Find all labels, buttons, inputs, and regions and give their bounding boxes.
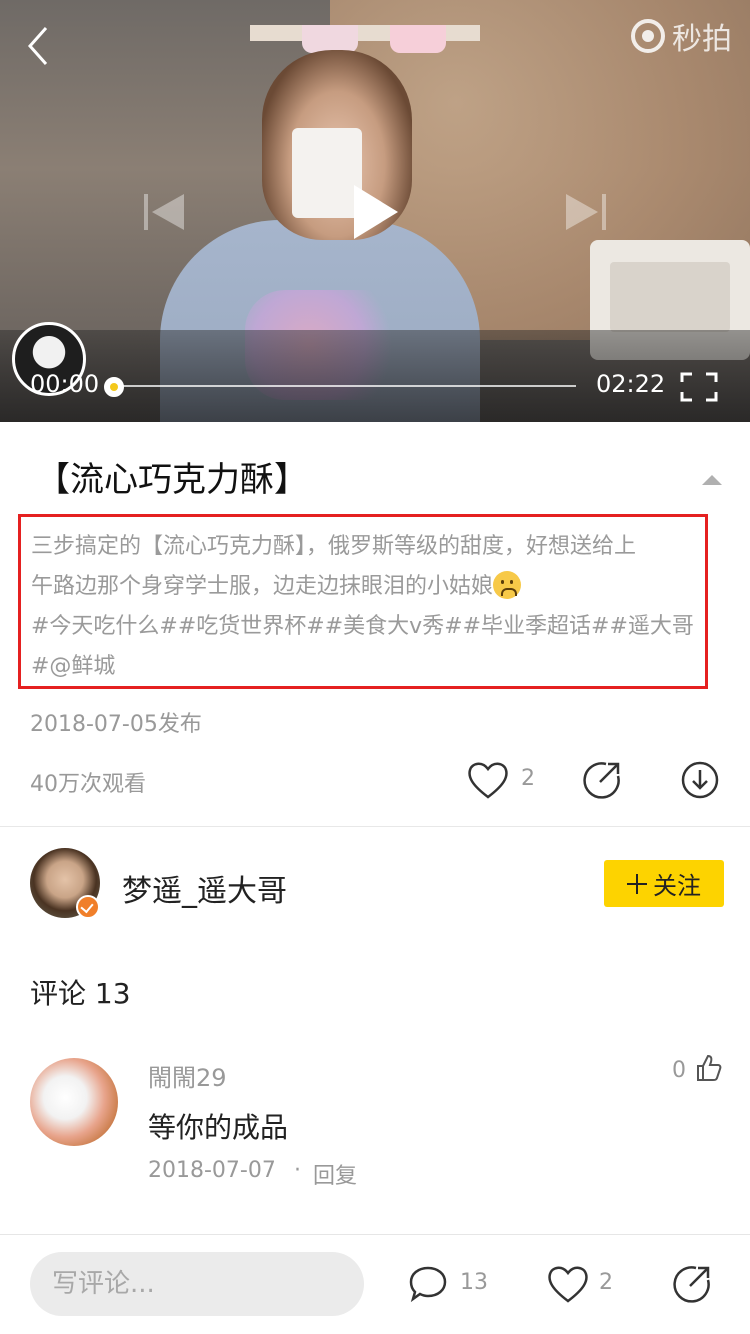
follow-button[interactable]: 关注 bbox=[604, 860, 724, 907]
play-button[interactable] bbox=[350, 183, 400, 241]
back-button[interactable] bbox=[24, 24, 64, 68]
fullscreen-button[interactable] bbox=[680, 372, 718, 402]
video-frame-oven-door bbox=[610, 262, 730, 332]
comment-like-count: 0 bbox=[672, 1058, 686, 1083]
comments-button[interactable] bbox=[408, 1264, 448, 1304]
author-name[interactable]: 梦遥_遥大哥 bbox=[122, 866, 287, 910]
progress-track[interactable] bbox=[112, 385, 576, 387]
bottom-share-button[interactable] bbox=[672, 1264, 712, 1304]
triangle-up-icon bbox=[702, 475, 722, 485]
bottom-comment-count: 13 bbox=[460, 1270, 488, 1295]
commenter-avatar[interactable] bbox=[30, 1058, 118, 1146]
fullscreen-icon bbox=[680, 372, 718, 402]
comments-heading: 评论 13 bbox=[30, 977, 131, 1010]
download-icon bbox=[681, 761, 719, 799]
comment-date: 2018-07-07 bbox=[148, 1158, 276, 1183]
like-count: 2 bbox=[521, 766, 535, 791]
next-button[interactable] bbox=[562, 188, 610, 236]
total-time: 02:22 bbox=[596, 370, 666, 398]
video-frame-shelf bbox=[250, 25, 480, 53]
description-mention[interactable]: #@鲜城 bbox=[31, 647, 697, 687]
description-hashtags[interactable]: #今天吃什么##吃货世界杯##美食大v秀##毕业季超话##遥大哥 bbox=[31, 607, 697, 647]
video-frame-jar bbox=[390, 25, 446, 53]
video-frame-jar bbox=[302, 25, 358, 53]
watermark-logo: 秒拍 bbox=[630, 16, 732, 57]
thumbs-up-icon bbox=[697, 1054, 722, 1081]
collapse-description-button[interactable] bbox=[702, 470, 722, 485]
plus-icon bbox=[627, 873, 647, 894]
share-button[interactable] bbox=[582, 760, 622, 800]
heart-icon bbox=[548, 1266, 588, 1303]
follow-label: 关注 bbox=[653, 872, 701, 900]
play-icon bbox=[354, 185, 398, 239]
download-button[interactable] bbox=[680, 760, 720, 800]
comment-input[interactable] bbox=[30, 1252, 364, 1316]
section-divider bbox=[0, 826, 750, 827]
reply-link[interactable]: 回复 bbox=[313, 1158, 357, 1190]
bottom-like-button[interactable] bbox=[546, 1264, 590, 1304]
chevron-left-icon bbox=[27, 27, 48, 65]
comment-like-button[interactable] bbox=[696, 1054, 722, 1082]
previous-button[interactable] bbox=[140, 188, 188, 236]
sad-face-emoji-icon bbox=[493, 571, 522, 599]
description-text: 午路边那个身穿学士服，边走边抹眼泪的小姑娘 bbox=[31, 574, 494, 599]
skip-previous-icon bbox=[144, 194, 184, 230]
commenter-name[interactable]: 閙閙29 bbox=[148, 1058, 227, 1093]
miaopai-logo-icon bbox=[631, 19, 665, 53]
view-count: 40万次观看 bbox=[30, 772, 146, 797]
progress-thumb[interactable] bbox=[104, 377, 124, 397]
like-button[interactable] bbox=[466, 760, 510, 800]
publish-date: 2018-07-05发布 bbox=[30, 712, 202, 737]
bottom-like-count: 2 bbox=[599, 1270, 613, 1295]
share-icon bbox=[583, 762, 620, 799]
share-icon bbox=[673, 1266, 710, 1303]
description-line: 三步搞定的【流心巧克力酥】，俄罗斯等级的甜度，好想送给上 bbox=[31, 534, 637, 559]
comment-text: 等你的成品 bbox=[148, 1111, 289, 1144]
verified-badge-icon bbox=[76, 895, 100, 919]
current-time: 00:00 bbox=[30, 370, 100, 398]
video-title: 【流心巧克力酥】 bbox=[36, 460, 308, 500]
comment-bubble-icon bbox=[409, 1266, 447, 1303]
comment-separator: · bbox=[294, 1158, 301, 1183]
heart-icon bbox=[468, 762, 508, 799]
skip-next-icon bbox=[566, 194, 606, 230]
video-player[interactable]: 秒拍 00:00 02:22 bbox=[0, 0, 750, 422]
watermark-text: 秒拍 bbox=[672, 22, 732, 57]
video-description: 三步搞定的【流心巧克力酥】，俄罗斯等级的甜度，好想送给上 午路边那个身穿学士服，… bbox=[18, 514, 708, 689]
description-line: 午路边那个身穿学士服，边走边抹眼泪的小姑娘 bbox=[31, 567, 697, 607]
